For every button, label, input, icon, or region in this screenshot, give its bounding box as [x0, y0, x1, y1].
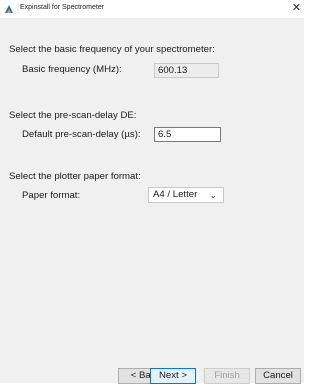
basic-frequency-field: 600.13: [154, 63, 219, 78]
button-bar: < Back Next > Finish Cancel: [0, 358, 304, 384]
paper-format-label: Paper format:: [22, 190, 81, 201]
close-icon[interactable]: ✕: [292, 1, 301, 15]
dialog-content: Select the basic frequency of your spect…: [0, 18, 304, 358]
chevron-down-icon: ⌄: [209, 190, 217, 200]
finish-button: Finish: [204, 368, 250, 384]
paper-format-value: A4 / Letter: [153, 189, 198, 200]
cancel-button[interactable]: Cancel: [255, 368, 301, 384]
paper-format-select[interactable]: A4 / Letter ⌄: [148, 187, 224, 203]
next-button[interactable]: Next >: [150, 368, 196, 384]
paper-heading: Select the plotter paper format:: [9, 171, 141, 182]
prescan-delay-label: Default pre-scan-delay (µs):: [22, 129, 141, 140]
window-title: Expinstall for Spectrometer: [20, 4, 105, 11]
prescan-heading: Select the pre-scan-delay DE:: [9, 110, 137, 121]
basic-frequency-label: Basic frequency (MHz):: [22, 64, 122, 75]
title-bar: Expinstall for Spectrometer ✕: [0, 0, 304, 18]
app-icon: [5, 5, 13, 13]
dialog-window: Expinstall for Spectrometer ✕ Select the…: [0, 0, 304, 384]
frequency-heading: Select the basic frequency of your spect…: [9, 44, 215, 55]
prescan-delay-input[interactable]: [154, 127, 221, 142]
